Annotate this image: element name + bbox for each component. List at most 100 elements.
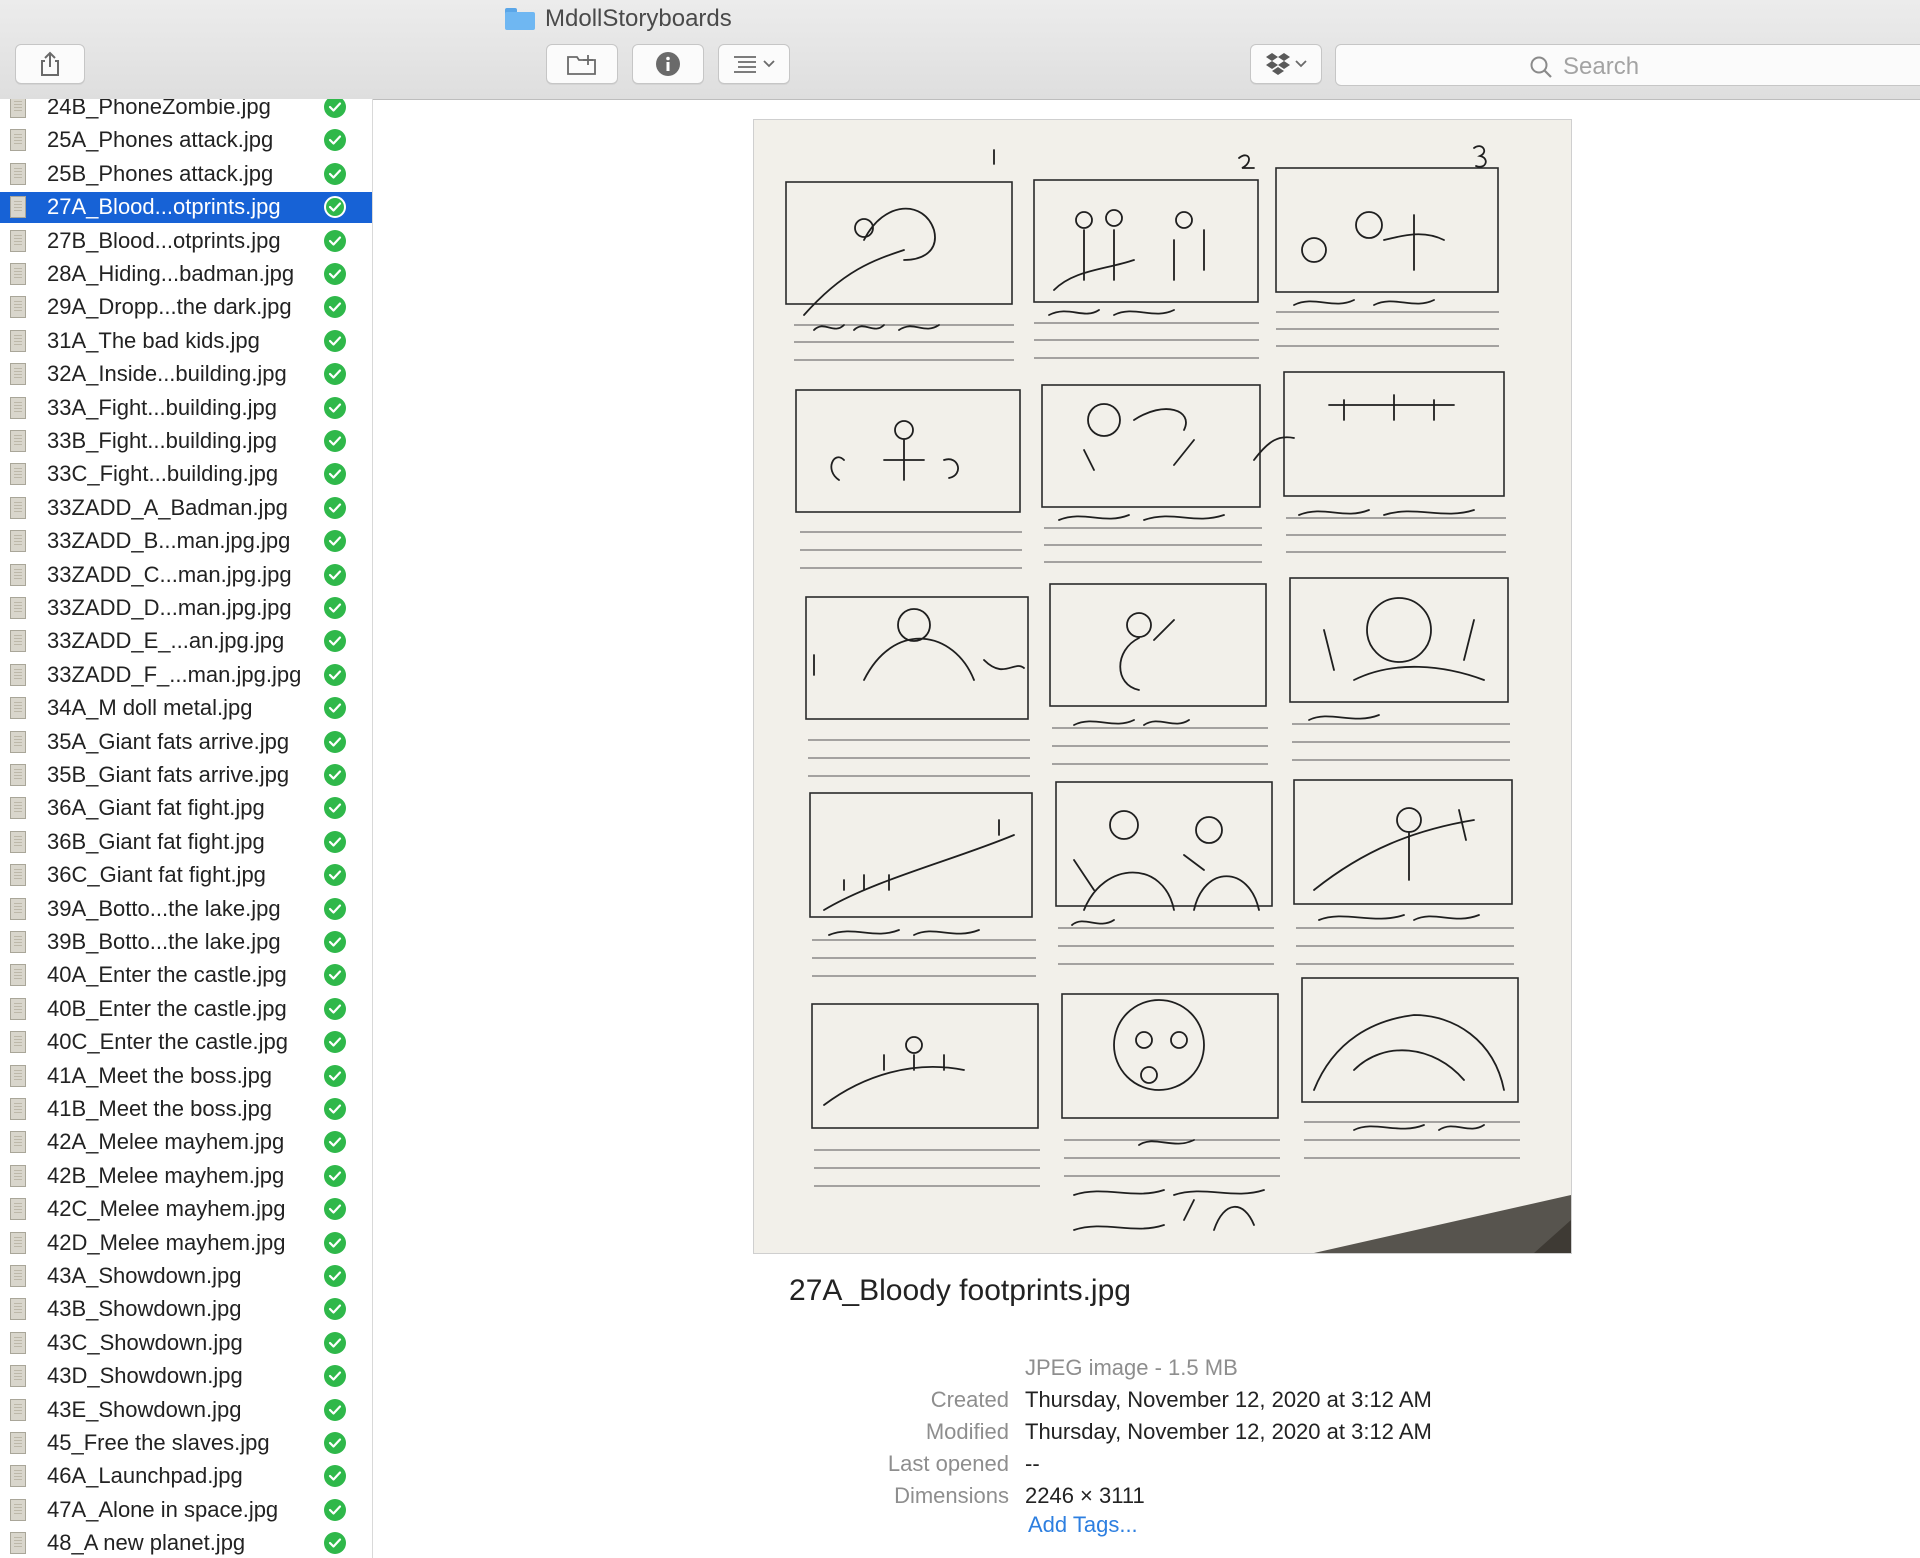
file-name: 36B_Giant fat fight.jpg <box>47 828 265 854</box>
sync-check-icon <box>324 931 346 953</box>
sync-check-icon <box>324 99 346 118</box>
file-row[interactable]: 46A_Launchpad.jpg <box>0 1461 372 1492</box>
file-row[interactable]: 45_Free the slaves.jpg <box>0 1428 372 1459</box>
list-view-icon <box>734 56 775 73</box>
file-row[interactable]: 27A_Blood...otprints.jpg <box>0 192 372 224</box>
dropbox-button[interactable] <box>1250 44 1322 84</box>
sync-check-icon <box>324 296 346 319</box>
file-row[interactable]: 32A_Inside...building.jpg <box>0 359 372 390</box>
file-row[interactable]: 25A_Phones attack.jpg <box>0 125 372 156</box>
file-row[interactable]: 24B_PhoneZombie.jpg <box>0 99 372 123</box>
sync-check-icon <box>324 229 346 252</box>
file-name: 36A_Giant fat fight.jpg <box>47 795 265 821</box>
file-row[interactable]: 42A_Melee mayhem.jpg <box>0 1127 372 1158</box>
file-row[interactable]: 36C_Giant fat fight.jpg <box>0 860 372 891</box>
image-thumbnail-icon <box>10 1498 26 1521</box>
file-row[interactable]: 34A_M doll metal.jpg <box>0 693 372 724</box>
file-row[interactable]: 33ZADD_D...man.jpg.jpg <box>0 593 372 624</box>
share-button[interactable] <box>15 44 85 84</box>
file-row[interactable]: 33A_Fight...building.jpg <box>0 393 372 424</box>
file-row[interactable]: 47A_Alone in space.jpg <box>0 1495 372 1526</box>
sync-check-icon <box>324 1098 346 1120</box>
image-thumbnail-icon <box>10 1331 26 1354</box>
sync-check-icon <box>324 663 346 686</box>
file-row[interactable]: 33ZADD_E_...an.jpg.jpg <box>0 626 372 657</box>
image-thumbnail-icon <box>10 764 26 786</box>
get-info-button[interactable] <box>632 44 704 84</box>
image-thumbnail-icon <box>10 296 26 319</box>
sync-check-icon <box>324 463 346 486</box>
file-row[interactable]: 33C_Fight...building.jpg <box>0 459 372 490</box>
file-row[interactable]: 39B_Botto...the lake.jpg <box>0 927 372 958</box>
file-row[interactable]: 36B_Giant fat fight.jpg <box>0 827 372 858</box>
file-name: 33ZADD_B...man.jpg.jpg <box>47 528 291 554</box>
file-name: 25B_Phones attack.jpg <box>47 160 274 186</box>
view-options-button[interactable] <box>718 44 790 84</box>
search-field[interactable]: Search <box>1335 44 1920 86</box>
sync-check-icon <box>324 430 346 452</box>
file-row[interactable]: 36A_Giant fat fight.jpg <box>0 793 372 824</box>
file-name: 45_Free the slaves.jpg <box>47 1430 270 1455</box>
created-value: Thursday, November 12, 2020 at 3:12 AM <box>1025 1387 1432 1412</box>
file-row[interactable]: 43E_Showdown.jpg <box>0 1395 372 1426</box>
file-name: 43E_Showdown.jpg <box>47 1396 242 1422</box>
file-row[interactable]: 40C_Enter the castle.jpg <box>0 1027 372 1058</box>
image-thumbnail-icon <box>10 830 26 853</box>
file-row[interactable]: 25B_Phones attack.jpg <box>0 159 372 190</box>
sync-check-icon <box>324 1331 346 1354</box>
share-icon <box>41 51 59 76</box>
file-row[interactable]: 43C_Showdown.jpg <box>0 1328 372 1359</box>
sync-check-icon <box>324 496 346 519</box>
file-row[interactable]: 42C_Melee mayhem.jpg <box>0 1194 372 1225</box>
file-row[interactable]: 39A_Botto...the lake.jpg <box>0 894 372 925</box>
sync-check-icon <box>324 1131 346 1154</box>
file-row[interactable]: 41B_Meet the boss.jpg <box>0 1094 372 1125</box>
last-opened-label: Last opened <box>887 1451 1009 1476</box>
file-row[interactable]: 27B_Blood...otprints.jpg <box>0 226 372 257</box>
file-name: 33ZADD_A_Badman.jpg <box>47 494 288 520</box>
file-name: 48_A new planet.jpg <box>47 1530 246 1556</box>
sync-check-icon <box>324 864 346 887</box>
sync-check-icon <box>324 1365 346 1388</box>
image-thumbnail-icon <box>10 430 26 452</box>
file-row[interactable]: 48_A new planet.jpg <box>0 1528 372 1558</box>
file-row[interactable]: 33ZADD_A_Badman.jpg <box>0 493 372 524</box>
file-row[interactable]: 28A_Hiding...badman.jpg <box>0 259 372 290</box>
file-row[interactable]: 35B_Giant fats arrive.jpg <box>0 760 372 791</box>
window-title: MdollStoryboards <box>505 4 732 34</box>
sync-check-icon <box>324 363 346 386</box>
file-row[interactable]: 43D_Showdown.jpg <box>0 1361 372 1392</box>
sync-check-icon <box>324 1198 346 1221</box>
file-row[interactable]: 33ZADD_F_...man.jpg.jpg <box>0 660 372 691</box>
file-row[interactable]: 42D_Melee mayhem.jpg <box>0 1228 372 1259</box>
image-thumbnail-icon <box>10 1465 26 1488</box>
file-row[interactable]: 29A_Dropp...the dark.jpg <box>0 292 372 323</box>
image-thumbnail-icon <box>10 964 26 987</box>
image-thumbnail-icon <box>10 530 26 553</box>
file-list[interactable]: 24B_PhoneZombie.jpg 25A_Phones attack.jpg… <box>0 99 373 1558</box>
file-row[interactable]: 33B_Fight...building.jpg <box>0 426 372 457</box>
search-placeholder: Search <box>1563 53 1640 80</box>
image-thumbnail-icon <box>10 1532 26 1555</box>
add-tags-link[interactable]: Add Tags... <box>1028 1512 1138 1538</box>
file-row[interactable]: 35A_Giant fats arrive.jpg <box>0 727 372 758</box>
file-row[interactable]: 33ZADD_B...man.jpg.jpg <box>0 526 372 557</box>
file-row[interactable]: 41A_Meet the boss.jpg <box>0 1061 372 1092</box>
image-thumbnail-icon <box>10 229 26 252</box>
sync-check-icon <box>324 830 346 853</box>
new-folder-button[interactable] <box>546 44 618 84</box>
file-row[interactable]: 40B_Enter the castle.jpg <box>0 994 372 1025</box>
file-row[interactable]: 40A_Enter the castle.jpg <box>0 960 372 991</box>
file-row[interactable]: 42B_Melee mayhem.jpg <box>0 1161 372 1192</box>
folder-icon <box>505 8 535 30</box>
image-thumbnail-icon <box>10 263 26 285</box>
sync-check-icon <box>324 329 346 352</box>
image-thumbnail-icon <box>10 1231 26 1254</box>
file-row[interactable]: 33ZADD_C...man.jpg.jpg <box>0 560 372 591</box>
file-name: 42C_Melee mayhem.jpg <box>47 1196 286 1222</box>
file-name: 40B_Enter the castle.jpg <box>47 995 287 1021</box>
sync-check-icon <box>324 1164 346 1187</box>
dimensions-label: Dimensions <box>894 1483 1009 1508</box>
file-row[interactable]: 31A_The bad kids.jpg <box>0 326 372 357</box>
sync-check-icon <box>324 1064 346 1087</box>
